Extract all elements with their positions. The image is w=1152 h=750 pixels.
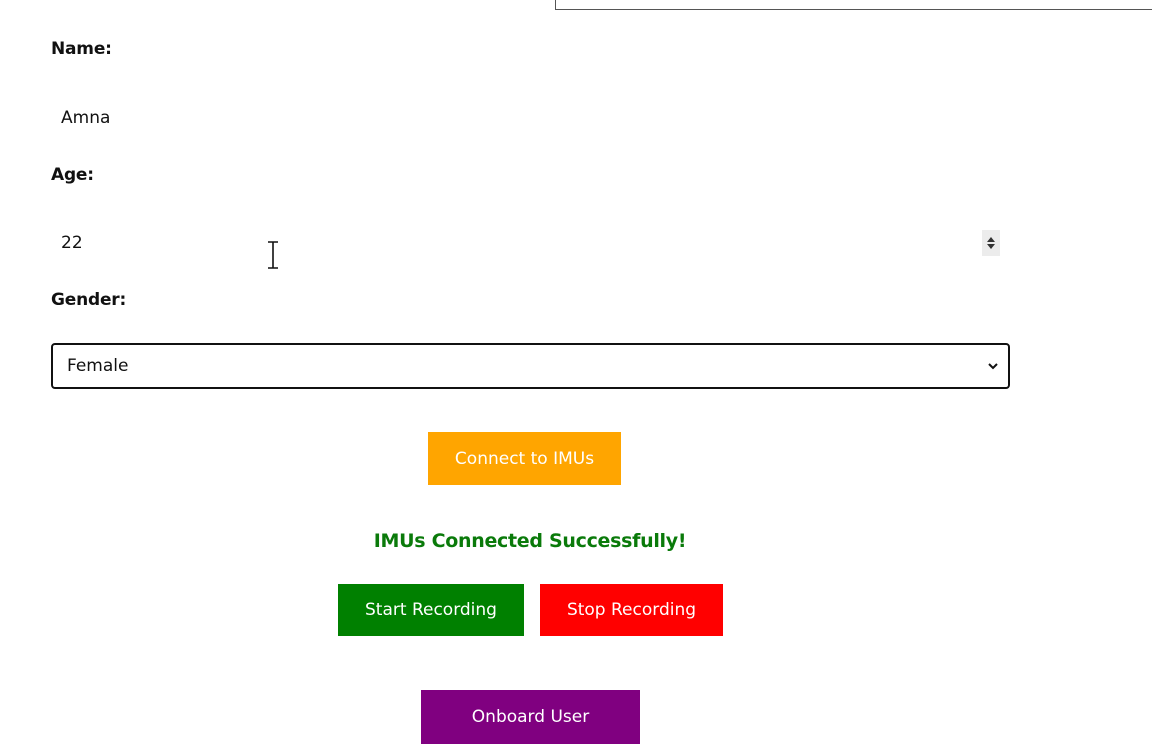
name-label: Name: bbox=[51, 39, 112, 59]
age-label: Age: bbox=[51, 165, 94, 185]
gender-label: Gender: bbox=[51, 290, 127, 310]
gender-select[interactable]: Female bbox=[51, 343, 1010, 389]
top-panel-edge bbox=[555, 0, 1152, 10]
chevron-down-icon bbox=[988, 363, 998, 370]
connect-imus-button[interactable]: Connect to IMUs bbox=[428, 432, 621, 485]
age-stepper[interactable] bbox=[982, 230, 1000, 256]
name-input[interactable] bbox=[51, 98, 1009, 138]
text-cursor-icon bbox=[268, 241, 278, 269]
spin-up-icon[interactable] bbox=[987, 237, 995, 242]
age-input[interactable] bbox=[51, 223, 1009, 263]
stop-recording-button[interactable]: Stop Recording bbox=[540, 584, 723, 636]
spin-down-icon[interactable] bbox=[987, 244, 995, 249]
onboard-user-button[interactable]: Onboard User bbox=[421, 690, 640, 744]
gender-selected-value: Female bbox=[67, 356, 129, 376]
start-recording-button[interactable]: Start Recording bbox=[338, 584, 524, 636]
connection-status-message: IMUs Connected Successfully! bbox=[373, 530, 687, 552]
page: Name: Age: Gender: Female Connect to IMU… bbox=[0, 0, 1152, 750]
